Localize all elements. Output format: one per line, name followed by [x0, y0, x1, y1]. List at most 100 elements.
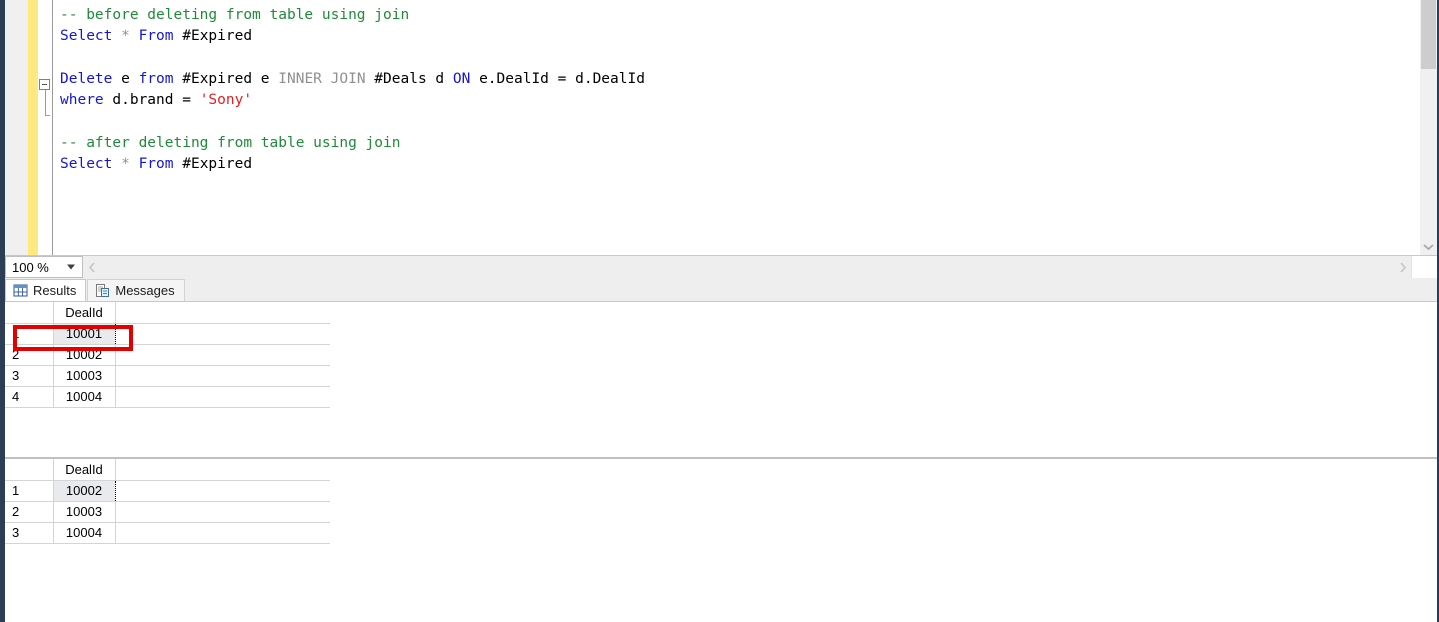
code-token-plain: #Expired	[182, 28, 253, 45]
code-token-str: 'Sony'	[199, 92, 253, 109]
after-delete-grid-panel[interactable]: DealId 1 10002 2 10003 3 10004	[5, 457, 1439, 599]
column-header-dealid[interactable]: DealId	[52, 459, 116, 481]
scrollbar-corner	[1411, 256, 1439, 278]
grid-row-filler	[115, 479, 330, 502]
code-line: where d.brand = 'Sony'	[60, 90, 1439, 111]
code-token-kw: from	[138, 70, 183, 87]
grid-cell-dealid[interactable]: 10003	[52, 500, 116, 523]
ssms-query-window: -- before deleting from table using join…	[0, 0, 1439, 622]
row-number-cell[interactable]: 3	[5, 364, 54, 387]
grid-cell-dealid[interactable]: 10004	[52, 385, 116, 408]
grid-cell-dealid[interactable]: 10003	[52, 364, 116, 387]
before-delete-grid-panel[interactable]: DealId 1 10001 2 10002 3 10003 4 10004	[5, 302, 1439, 457]
tab-messages-label: Messages	[115, 283, 175, 298]
editor-vertical-scrollbar[interactable]	[1420, 0, 1437, 255]
code-token-comment: -- before deleting from table using join	[60, 7, 410, 23]
row-number-cell[interactable]: 4	[5, 385, 54, 408]
code-lines: -- before deleting from table using join…	[60, 5, 1439, 175]
chevron-right-icon[interactable]	[1394, 256, 1411, 278]
table-row[interactable]: 3 10003	[5, 364, 330, 387]
row-number-cell[interactable]: 1	[5, 322, 54, 345]
editor-status-row: 100 %	[5, 255, 1439, 278]
chevron-right-glyph	[1399, 261, 1406, 273]
zoom-level-dropdown[interactable]: 100 %	[5, 256, 83, 278]
table-row[interactable]: 2 10002	[5, 343, 330, 366]
code-token-plain: e.DealId = d.DealId	[479, 70, 645, 87]
results-tab-strip: Results Messages	[5, 278, 1439, 301]
code-text-area[interactable]: -- before deleting from table using join…	[53, 0, 1439, 255]
after-delete-grid[interactable]: DealId 1 10002 2 10003 3 10004	[5, 459, 330, 544]
code-token-plain: #Expired	[182, 156, 253, 173]
chevron-left-glyph	[88, 261, 95, 273]
grid-row-filler	[115, 364, 330, 387]
grid-body: 1 10001 2 10002 3 10003 4 10004	[5, 322, 330, 408]
tab-messages[interactable]: Messages	[87, 279, 185, 301]
code-token-plain: #Deals d	[374, 70, 453, 87]
grid-cell-dealid[interactable]: 10002	[52, 479, 116, 502]
horizontal-scrollbar-track[interactable]	[100, 256, 1394, 278]
grid-corner-cell[interactable]	[5, 459, 54, 481]
grid-header: DealId	[5, 302, 330, 324]
code-token-kw: Select	[60, 28, 122, 45]
editor-indicator-margin[interactable]	[5, 0, 28, 255]
grid-cell-dealid[interactable]: 10004	[52, 521, 116, 544]
row-number-cell[interactable]: 2	[5, 343, 54, 366]
zoom-level-label: 100 %	[12, 259, 49, 275]
grid-row-filler	[115, 322, 330, 345]
code-line: -- before deleting from table using join	[60, 5, 1439, 26]
editor-change-tracking-strip	[28, 0, 38, 255]
code-token-kw: ON	[452, 70, 480, 87]
row-number-cell[interactable]: 2	[5, 500, 54, 523]
code-token-gray: *	[121, 28, 139, 45]
chevron-down-icon[interactable]	[67, 264, 75, 270]
grid-header-filler	[114, 302, 330, 324]
collapse-block-icon[interactable]	[39, 79, 50, 90]
code-token-kw: From	[138, 156, 183, 173]
tab-results[interactable]: Results	[5, 279, 87, 301]
vertical-scrollbar-thumb[interactable]	[1421, 0, 1436, 69]
table-row[interactable]: 1 10001	[5, 322, 330, 345]
grid-row-filler	[115, 500, 330, 523]
code-token-kw: From	[138, 28, 183, 45]
tab-results-label: Results	[33, 283, 77, 298]
grid-corner-cell[interactable]	[5, 302, 54, 324]
editor-outlining-margin[interactable]	[38, 0, 53, 255]
grid-header-row: DealId	[5, 459, 330, 481]
chevron-down-glyph	[1423, 243, 1434, 250]
code-token-kw: Delete	[60, 70, 122, 87]
code-token-kw: where	[60, 92, 113, 109]
code-line: Select * From #Expired	[60, 26, 1439, 47]
before-delete-grid[interactable]: DealId 1 10001 2 10002 3 10003 4 10004	[5, 302, 330, 408]
chevron-left-icon[interactable]	[83, 256, 100, 278]
table-row[interactable]: 2 10003	[5, 500, 330, 523]
sql-editor-pane[interactable]: -- before deleting from table using join…	[0, 0, 1439, 255]
message-document-icon	[95, 283, 110, 298]
table-row[interactable]: 4 10004	[5, 385, 330, 408]
code-token-plain: #Expired e	[182, 70, 279, 87]
table-row[interactable]: 3 10004	[5, 521, 330, 544]
code-token-comment: -- after deleting from table using join	[60, 134, 401, 151]
grid-header: DealId	[5, 459, 330, 481]
table-row[interactable]: 1 10002	[5, 479, 330, 502]
row-number-cell[interactable]: 1	[5, 479, 54, 502]
row-number-cell[interactable]: 3	[5, 521, 54, 544]
outlining-bracket	[45, 90, 50, 116]
code-token-kw: Select	[60, 156, 122, 173]
code-line: Select * From #Expired	[60, 154, 1439, 175]
grid-cell-dealid[interactable]: 10001	[52, 322, 116, 345]
code-token-gray: INNER JOIN	[278, 70, 375, 87]
column-header-dealid[interactable]: DealId	[52, 302, 116, 324]
code-line: -- after deleting from table using join	[60, 133, 1439, 154]
grid-cell-dealid[interactable]: 10002	[52, 343, 116, 366]
grid-row-filler	[115, 385, 330, 408]
chevron-down-icon[interactable]	[1420, 238, 1437, 255]
code-token-plain: d.brand =	[112, 92, 200, 109]
code-token-gray: *	[121, 156, 139, 173]
grid-header-filler	[114, 459, 330, 481]
results-grids-container[interactable]: DealId 1 10001 2 10002 3 10003 4 10004 DealId 1…	[5, 301, 1439, 622]
grid-header-row: DealId	[5, 302, 330, 324]
code-line: Delete e from #Expired e INNER JOIN #Dea…	[60, 69, 1439, 90]
grid-row-filler	[115, 521, 330, 544]
